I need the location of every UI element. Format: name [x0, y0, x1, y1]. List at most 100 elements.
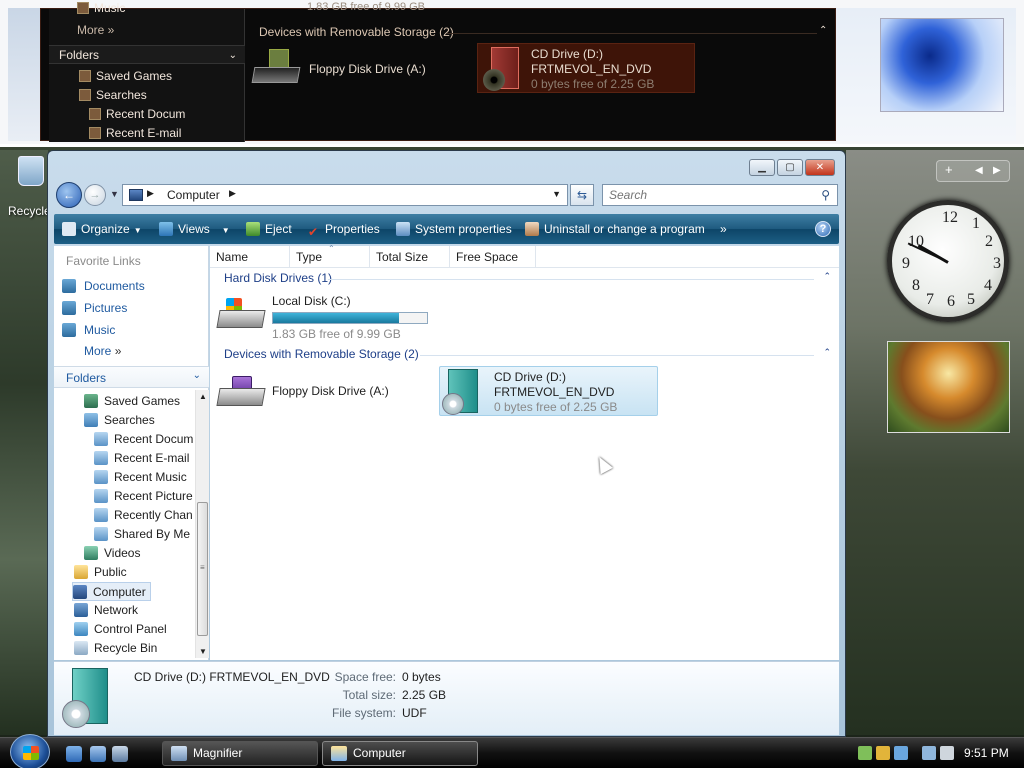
- tray-volume-icon[interactable]: [940, 746, 954, 760]
- eject-icon: [246, 222, 260, 236]
- search-folder-icon: [94, 489, 108, 503]
- drive-cd-d-selected[interactable]: CD Drive (D:) FRTMEVOL_EN_DVD 0 bytes fr…: [439, 366, 658, 416]
- search-folder-icon: [94, 470, 108, 484]
- magnifier-inner: Music More » Folders ⌄ Saved Games Search…: [40, 1, 837, 142]
- magnifier-content: 1.83 GB free of 9.99 GB Devices with Rem…: [247, 1, 837, 142]
- mouse-cursor: [593, 453, 613, 475]
- folders-header[interactable]: Folders ⌄: [54, 366, 209, 388]
- views-icon: [159, 222, 173, 236]
- chevron-right-icon[interactable]: ▶: [147, 188, 154, 199]
- switch-windows-icon[interactable]: [112, 746, 128, 762]
- magnifier-view: Music More » Folders ⌄ Saved Games Search…: [0, 0, 1024, 147]
- desktop-recycle-bin-icon[interactable]: [16, 156, 46, 200]
- internet-explorer-icon[interactable]: [66, 746, 82, 762]
- address-dropdown-icon[interactable]: ▼: [552, 189, 561, 199]
- tree-item-searches[interactable]: Searches: [84, 411, 155, 430]
- navigation-pane: Favorite Links Documents Pictures Music …: [54, 246, 209, 660]
- system-properties-button[interactable]: System properties: [396, 214, 512, 244]
- favorite-link-pictures[interactable]: Pictures: [62, 298, 127, 318]
- favorite-link-music[interactable]: Music: [62, 320, 115, 340]
- caption-buttons: ▁ ▢ ✕: [749, 159, 835, 176]
- tree-item-saved-games[interactable]: Saved Games: [84, 392, 180, 411]
- group-header-removable-storage[interactable]: Devices with Removable Storage (2): [224, 347, 419, 363]
- search-icon[interactable]: ⚲: [821, 188, 830, 202]
- drive-floppy-a[interactable]: Floppy Disk Drive (A:): [210, 366, 430, 416]
- tree-item-recycle-bin[interactable]: Recycle Bin: [74, 639, 157, 658]
- column-name[interactable]: Name: [210, 246, 290, 268]
- recent-pages-dropdown[interactable]: ▼: [110, 189, 119, 199]
- address-bar[interactable]: ▶ Computer ▶ ▼: [122, 184, 568, 206]
- sidebar-gadget-controls: + ◀ ▶: [936, 160, 1010, 182]
- chevron-down-icon: ⌄: [192, 370, 201, 381]
- tray-network-icon[interactable]: [858, 746, 872, 760]
- favorites-more-link[interactable]: More »: [84, 344, 121, 358]
- address-bar-row: ← → ▼ ▶ Computer ▶ ▼ ⇆ ⚲: [54, 181, 839, 209]
- sort-ascending-icon: ⌃: [328, 244, 335, 253]
- show-desktop-icon[interactable]: [90, 746, 106, 762]
- close-button[interactable]: ✕: [805, 159, 835, 176]
- scroll-up-icon[interactable]: ▲: [199, 392, 207, 401]
- collapse-group-icon[interactable]: ⌃: [823, 347, 831, 358]
- tray-connection-icon[interactable]: [922, 746, 936, 760]
- slideshow-gadget[interactable]: [887, 341, 1010, 433]
- favorite-links-title: Favorite Links: [66, 254, 141, 268]
- minimize-button[interactable]: ▁: [749, 159, 775, 176]
- column-type[interactable]: ⌃ Type: [290, 244, 370, 268]
- tree-item-network[interactable]: Network: [74, 601, 138, 620]
- chevron-right-icon[interactable]: ▶: [229, 188, 236, 199]
- scroll-thumb[interactable]: ≡: [197, 502, 208, 636]
- tray-update-icon[interactable]: [894, 746, 908, 760]
- clock-gadget[interactable]: 12 2 3 4 6 7 9 10 1 8 5: [887, 200, 1009, 322]
- disk-usage-fill: [273, 313, 399, 323]
- tree-item-recent-music[interactable]: Recent Music: [94, 468, 187, 487]
- tree-item-control-panel[interactable]: Control Panel: [74, 620, 167, 639]
- hard-disk-icon: [216, 298, 266, 332]
- help-icon[interactable]: ?: [815, 221, 831, 237]
- search-folder-icon: [89, 108, 101, 120]
- scroll-down-icon[interactable]: ▼: [199, 647, 207, 656]
- favorite-link-documents[interactable]: Documents: [62, 276, 145, 296]
- tree-item-recent-pictures[interactable]: Recent Picture: [94, 487, 193, 506]
- tree-item-recent-email[interactable]: Recent E-mail: [94, 449, 189, 468]
- toolbar-overflow-button[interactable]: »: [720, 214, 727, 244]
- taskbar-button-magnifier[interactable]: Magnifier: [162, 741, 318, 766]
- tree-item-computer[interactable]: Computer: [72, 582, 151, 601]
- organize-button[interactable]: Organize ▼: [62, 214, 142, 244]
- breadcrumb-computer[interactable]: Computer: [167, 188, 220, 202]
- drive-local-disk-c[interactable]: Local Disk (C:) 1.83 GB free of 9.99 GB: [210, 288, 450, 341]
- add-gadget-icon[interactable]: +: [945, 162, 953, 177]
- maximize-button[interactable]: ▢: [777, 159, 803, 176]
- uninstall-program-button[interactable]: Uninstall or change a program: [525, 214, 705, 244]
- disk-usage-bar: [272, 312, 428, 324]
- tree-item-videos[interactable]: Videos: [84, 544, 140, 563]
- forward-button[interactable]: →: [84, 184, 106, 206]
- column-free-space[interactable]: Free Space: [450, 246, 536, 268]
- column-total-size[interactable]: Total Size: [370, 246, 450, 268]
- tree-item-recently-changed[interactable]: Recently Chan: [94, 506, 193, 525]
- tree-item-recent-documents[interactable]: Recent Docum: [94, 430, 193, 449]
- search-box[interactable]: ⚲: [602, 184, 838, 206]
- views-button[interactable]: Views ▼: [159, 214, 230, 244]
- group-header-hard-disk-drives[interactable]: Hard Disk Drives (1): [224, 271, 332, 287]
- folder-tree-scrollbar[interactable]: ▲ ≡ ▼: [195, 390, 209, 658]
- searches-icon: [84, 413, 98, 427]
- properties-button[interactable]: ✔ Properties: [306, 214, 380, 244]
- start-button[interactable]: [10, 734, 50, 768]
- tree-item-shared-by-me[interactable]: Shared By Me: [94, 525, 190, 544]
- search-folder-icon: [94, 527, 108, 541]
- explorer-window: ▁ ▢ ✕ ← → ▼ ▶ Computer ▶ ▼ ⇆ ⚲ Organize▼…: [47, 150, 846, 737]
- details-pane: CD Drive (D:) FRTMEVOL_EN_DVD Space free…: [54, 661, 839, 735]
- previous-icon[interactable]: ◀: [975, 165, 983, 176]
- eject-button[interactable]: Eject: [246, 214, 292, 244]
- taskbar-button-computer[interactable]: Computer: [322, 741, 478, 766]
- collapse-group-icon[interactable]: ⌃: [823, 271, 831, 282]
- music-icon: [77, 2, 89, 14]
- tree-item-public[interactable]: Public: [74, 563, 127, 582]
- checkmark-icon: ✔: [307, 225, 319, 239]
- back-button[interactable]: ←: [56, 182, 82, 208]
- tray-security-icon[interactable]: [876, 746, 890, 760]
- clock-time[interactable]: 9:51 PM: [964, 746, 1009, 760]
- search-input[interactable]: [603, 185, 803, 205]
- next-icon[interactable]: ▶: [993, 165, 1001, 176]
- refresh-button[interactable]: ⇆: [570, 184, 594, 206]
